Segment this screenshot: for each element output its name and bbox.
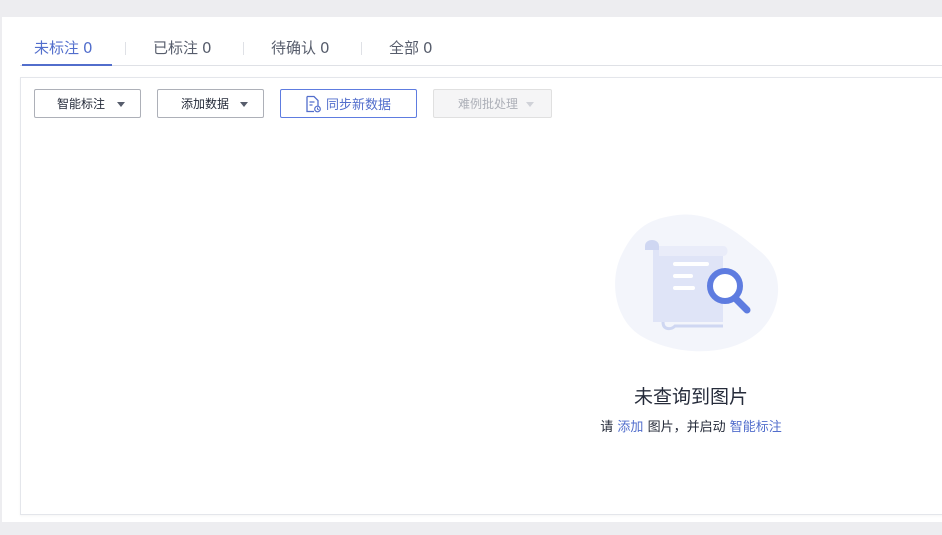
add-data-text: 添加数据 xyxy=(181,97,230,111)
tab-pending[interactable]: 待确认 0 xyxy=(271,37,330,65)
page-card: 未标注 0 已标注 0 待确认 0 全部 0 智能标注 添加数据 同步新数据 难… xyxy=(2,17,942,522)
smart-label-link[interactable]: 智能标注 xyxy=(730,420,782,435)
tab-all-count: 0 xyxy=(423,39,433,57)
empty-search-illustration xyxy=(611,212,783,358)
hard-example-text: 难例批处理 xyxy=(458,97,519,111)
empty-desc-prefix: 请 xyxy=(600,420,614,435)
active-tab-indicator xyxy=(22,64,112,66)
tab-unlabeled[interactable]: 未标注 0 xyxy=(34,37,93,65)
tab-all-label: 全部 xyxy=(389,39,420,57)
tab-unlabeled-label: 未标注 xyxy=(34,39,80,57)
sync-new-data-text: 同步新数据 xyxy=(326,98,392,113)
empty-desc-middle: 图片，并启动 xyxy=(647,420,726,435)
add-data-dropdown[interactable]: 添加数据 xyxy=(157,89,264,118)
tab-pending-count: 0 xyxy=(320,39,330,57)
tab-all[interactable]: 全部 0 xyxy=(389,37,433,65)
sync-new-data-button[interactable]: 同步新数据 xyxy=(280,89,417,118)
chevron-down-icon xyxy=(526,102,534,107)
content-panel: 智能标注 添加数据 同步新数据 难例批处理 未查询到图片 请 添加 图片，并启动… xyxy=(20,77,942,515)
smart-label-text: 智能标注 xyxy=(57,97,106,111)
tab-divider xyxy=(125,42,126,55)
tab-bar: 未标注 0 已标注 0 待确认 0 全部 0 xyxy=(20,33,942,66)
chevron-down-icon xyxy=(240,102,248,107)
smart-label-dropdown[interactable]: 智能标注 xyxy=(34,89,141,118)
empty-state-title: 未查询到图片 xyxy=(633,386,748,408)
tab-divider xyxy=(361,42,362,55)
chevron-down-icon xyxy=(117,102,125,107)
empty-state-description: 请 添加 图片，并启动 智能标注 xyxy=(581,416,801,435)
tab-labeled-label: 已标注 xyxy=(153,39,199,57)
sync-file-icon xyxy=(304,95,322,113)
hard-example-batch-dropdown[interactable]: 难例批处理 xyxy=(433,89,552,118)
tab-pending-label: 待确认 xyxy=(271,39,317,57)
tab-divider xyxy=(243,42,244,55)
add-images-link[interactable]: 添加 xyxy=(617,420,643,435)
tab-labeled[interactable]: 已标注 0 xyxy=(153,37,212,65)
tab-unlabeled-count: 0 xyxy=(83,39,93,57)
tab-labeled-count: 0 xyxy=(202,39,212,57)
